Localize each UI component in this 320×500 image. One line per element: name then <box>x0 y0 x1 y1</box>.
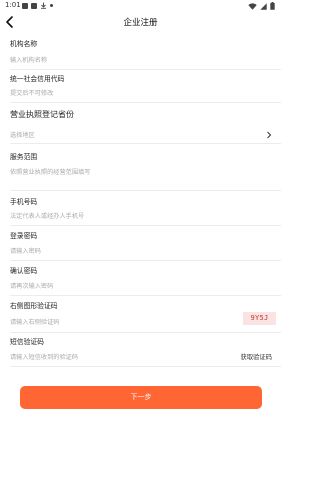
divider <box>10 225 281 226</box>
credit-code-input[interactable]: 提交后不可修改 <box>10 88 53 97</box>
province-select[interactable]: 选择地区 <box>10 130 35 139</box>
signal-icon <box>260 2 267 10</box>
get-sms-code-button[interactable]: 获取验证码 <box>241 352 272 361</box>
divider <box>10 102 281 103</box>
sms-code-label: 短信验证码 <box>10 338 44 346</box>
phone-input[interactable]: 法定代表人或经办人手机号 <box>10 211 84 220</box>
sms-code-input[interactable]: 请输入短信收到的验证码 <box>10 352 78 361</box>
gallery-notification-icon <box>22 2 28 9</box>
status-time: 1:01 <box>5 1 21 9</box>
image-captcha-input[interactable]: 请输入右侧验证码 <box>10 317 60 326</box>
divider <box>10 295 281 296</box>
divider <box>10 143 281 144</box>
license-province-label: 营业执照登记省份 <box>10 110 74 119</box>
business-scope-textarea[interactable]: 依照营业执照的经营范围填写 <box>10 167 90 176</box>
image-captcha-label: 右侧图形验证码 <box>10 302 58 310</box>
battery-icon <box>270 2 275 10</box>
notification-icons <box>22 2 53 9</box>
chevron-right-icon[interactable] <box>265 131 273 139</box>
app-notification-icon <box>31 2 37 9</box>
confirm-password-input[interactable]: 请再次输入密码 <box>10 281 53 290</box>
next-step-button[interactable]: 下一步 <box>20 386 262 409</box>
org-name-input[interactable]: 输入机构名称 <box>10 55 47 64</box>
download-icon <box>41 2 46 9</box>
wifi-icon <box>248 2 257 10</box>
confirm-password-label: 确认密码 <box>10 267 38 275</box>
phone-label: 手机号码 <box>10 198 38 206</box>
credit-code-label: 统一社会信用代码 <box>10 75 65 83</box>
page-title: 企业注册 <box>123 18 158 28</box>
business-scope-label: 服务范围 <box>10 153 38 161</box>
more-notifications-dot-icon <box>50 4 53 7</box>
password-label: 登录密码 <box>10 232 38 240</box>
divider <box>10 260 281 261</box>
divider <box>10 366 281 367</box>
app-header: 企业注册 <box>0 12 281 34</box>
org-name-label: 机构名称 <box>10 40 38 48</box>
captcha-image[interactable]: 9Y5J <box>243 312 276 325</box>
divider <box>10 332 281 333</box>
divider <box>10 69 281 70</box>
status-bar: 1:01 <box>0 0 281 12</box>
divider <box>10 190 281 191</box>
password-input[interactable]: 请输入密码 <box>10 246 41 255</box>
system-icons <box>248 2 275 10</box>
